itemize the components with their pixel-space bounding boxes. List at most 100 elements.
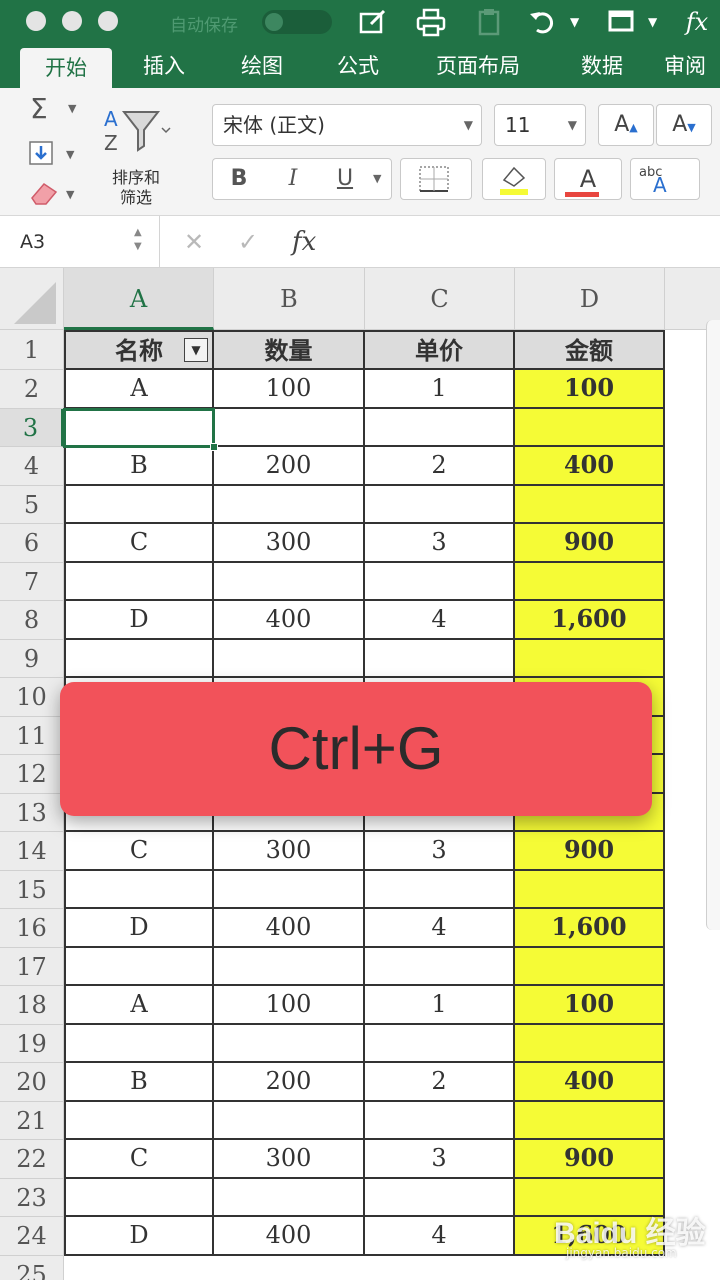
row-header-24[interactable]: 24: [0, 1217, 64, 1256]
table-cell[interactable]: [214, 485, 365, 524]
table-cell[interactable]: [515, 485, 665, 524]
table-cell[interactable]: B: [64, 1063, 214, 1102]
table-cell[interactable]: 1,600: [515, 909, 665, 948]
table-cell[interactable]: [214, 870, 365, 909]
table-cell[interactable]: 2: [365, 1063, 515, 1102]
row-header-11[interactable]: 11: [0, 716, 64, 755]
table-cell[interactable]: [515, 1101, 665, 1140]
column-header-d[interactable]: D: [515, 268, 665, 330]
autosave-toggle[interactable]: [262, 10, 332, 34]
column-header-c[interactable]: C: [365, 268, 515, 330]
font-size-select[interactable]: 11 ▼: [494, 104, 586, 146]
close-window-button[interactable]: [26, 11, 46, 31]
table-cell[interactable]: 1: [365, 370, 515, 409]
table-cell[interactable]: 900: [515, 524, 665, 563]
row-header-16[interactable]: 16: [0, 909, 64, 948]
table-cell[interactable]: [515, 639, 665, 678]
zoom-window-button[interactable]: [98, 11, 118, 31]
table-cell[interactable]: [214, 1178, 365, 1217]
table-cell[interactable]: 300: [214, 524, 365, 563]
shrink-font-button[interactable]: A▼: [656, 104, 712, 146]
minimize-window-button[interactable]: [62, 11, 82, 31]
autosum-caret-icon[interactable]: ▼: [68, 102, 76, 115]
table-cell[interactable]: [64, 1024, 214, 1063]
fill-color-button[interactable]: [482, 158, 546, 200]
column-header-b[interactable]: B: [214, 268, 365, 330]
table-cell[interactable]: D: [64, 601, 214, 640]
table-cell[interactable]: [515, 1024, 665, 1063]
table-cell[interactable]: 300: [214, 1140, 365, 1179]
table-cell[interactable]: [214, 639, 365, 678]
row-header-7[interactable]: 7: [0, 562, 64, 601]
table-cell[interactable]: [515, 870, 665, 909]
row-header-15[interactable]: 15: [0, 870, 64, 909]
table-cell[interactable]: 3: [365, 524, 515, 563]
table-cell[interactable]: 3: [365, 1140, 515, 1179]
table-cell[interactable]: 400: [515, 447, 665, 486]
header-cell[interactable]: 数量: [214, 330, 365, 370]
edit-icon[interactable]: [356, 6, 390, 38]
table-cell[interactable]: 100: [515, 370, 665, 409]
column-header-a[interactable]: A: [64, 268, 214, 330]
tab-draw[interactable]: 绘图: [222, 44, 302, 88]
row-header-6[interactable]: 6: [0, 524, 64, 563]
function-icon[interactable]: fx: [680, 6, 714, 38]
select-all-corner[interactable]: [0, 268, 64, 330]
sort-filter-label[interactable]: 排序和 筛选: [104, 168, 168, 208]
tab-insert[interactable]: 插入: [124, 44, 204, 88]
table-cell[interactable]: [365, 485, 515, 524]
table-cell[interactable]: 3: [365, 832, 515, 871]
header-cell[interactable]: 金额: [515, 330, 665, 370]
row-header-17[interactable]: 17: [0, 947, 64, 986]
table-cell[interactable]: [64, 1178, 214, 1217]
grow-font-button[interactable]: A▲: [598, 104, 654, 146]
undo-icon[interactable]: [526, 6, 560, 38]
table-cell[interactable]: 400: [214, 601, 365, 640]
row-header-18[interactable]: 18: [0, 986, 64, 1025]
table-cell[interactable]: [515, 562, 665, 601]
table-cell[interactable]: [365, 870, 515, 909]
table-cell[interactable]: 1: [365, 986, 515, 1025]
table-cell[interactable]: [64, 639, 214, 678]
row-header-14[interactable]: 14: [0, 832, 64, 871]
table-cell[interactable]: [64, 1101, 214, 1140]
tab-home[interactable]: 开始: [20, 48, 112, 88]
table-cell[interactable]: D: [64, 1217, 214, 1256]
table-cell[interactable]: [214, 1101, 365, 1140]
clear-eraser-icon[interactable]: [28, 180, 60, 213]
table-cell[interactable]: 4: [365, 1217, 515, 1256]
print-icon[interactable]: [414, 6, 448, 38]
undo-caret-icon[interactable]: ▼: [570, 8, 579, 36]
font-color-button[interactable]: A: [554, 158, 622, 200]
font-name-select[interactable]: 宋体 (正文) ▼: [212, 104, 482, 146]
table-cell[interactable]: 100: [515, 986, 665, 1025]
table-cell[interactable]: 400: [515, 1063, 665, 1102]
row-header-4[interactable]: 4: [0, 447, 64, 486]
row-header-8[interactable]: 8: [0, 601, 64, 640]
table-cell[interactable]: B: [64, 447, 214, 486]
table-cell[interactable]: 400: [214, 909, 365, 948]
row-header-23[interactable]: 23: [0, 1178, 64, 1217]
table-cell[interactable]: D: [64, 909, 214, 948]
view-caret-icon[interactable]: ▼: [648, 8, 657, 36]
table-cell[interactable]: [64, 870, 214, 909]
table-cell[interactable]: [214, 1024, 365, 1063]
row-header-9[interactable]: 9: [0, 639, 64, 678]
table-cell[interactable]: [365, 639, 515, 678]
name-box-spinner-icon[interactable]: ▲ ▼: [134, 226, 142, 254]
side-panel-edge[interactable]: [706, 320, 720, 930]
borders-button[interactable]: [400, 158, 472, 200]
table-cell[interactable]: 200: [214, 447, 365, 486]
bold-button[interactable]: B: [213, 159, 265, 199]
header-cell[interactable]: 单价: [365, 330, 515, 370]
table-cell[interactable]: 100: [214, 370, 365, 409]
italic-button[interactable]: I: [267, 159, 319, 199]
row-header-20[interactable]: 20: [0, 1063, 64, 1102]
name-box[interactable]: A3 ▲ ▼: [0, 216, 160, 268]
table-cell[interactable]: 1,600: [515, 601, 665, 640]
row-header-5[interactable]: 5: [0, 485, 64, 524]
table-cell[interactable]: [365, 1101, 515, 1140]
table-cell[interactable]: [214, 408, 365, 447]
row-header-3[interactable]: 3: [0, 408, 64, 447]
table-cell[interactable]: 900: [515, 832, 665, 871]
